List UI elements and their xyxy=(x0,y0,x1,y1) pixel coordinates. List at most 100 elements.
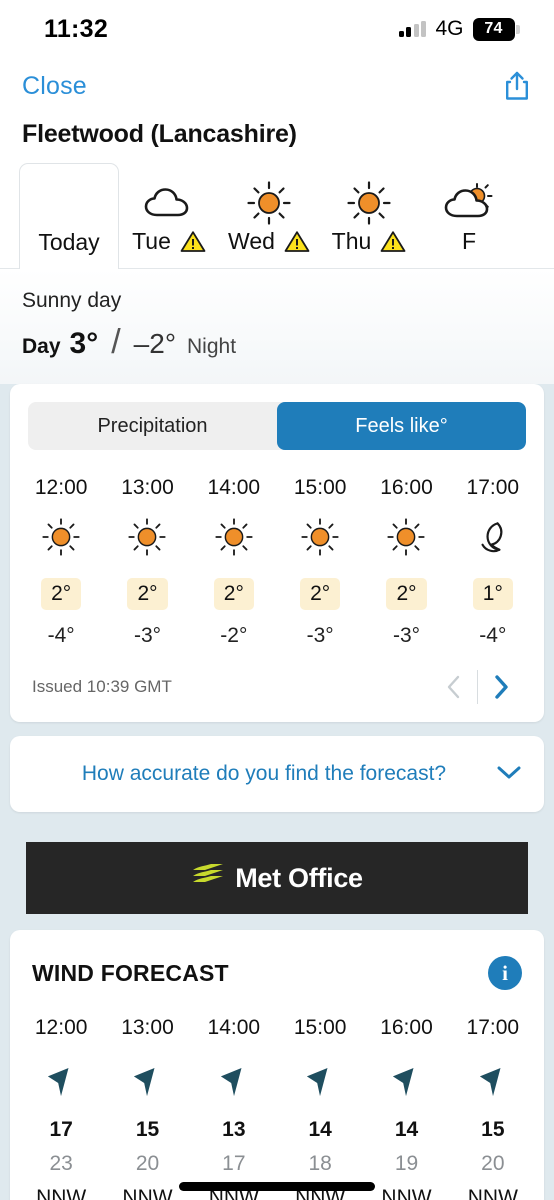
wind-direction-arrow-icon xyxy=(450,1062,536,1102)
wind-hour-labels-row: 12:00 13:00 14:00 15:00 16:00 17:00 xyxy=(10,990,544,1040)
temperature-chip: 2° xyxy=(300,578,341,610)
hourly-icons-row xyxy=(10,500,544,560)
wind-gust-value: 23 xyxy=(49,1152,73,1175)
sun-icon xyxy=(18,514,104,560)
hourly-pager xyxy=(431,670,524,704)
share-icon[interactable] xyxy=(504,71,530,101)
hour-label: 17:00 xyxy=(466,1016,520,1039)
forecast-toggle: Precipitation Feels like° xyxy=(10,384,544,450)
moon-icon xyxy=(450,514,536,560)
temperature-chip: 2° xyxy=(41,578,82,610)
chevron-down-icon[interactable] xyxy=(496,764,522,785)
status-indicators: 4G 74 xyxy=(398,17,520,41)
wind-gust-value: 20 xyxy=(135,1152,160,1175)
cloud-icon xyxy=(143,178,195,228)
temperature-chip: 2° xyxy=(213,578,254,610)
wind-speed-value: 14 xyxy=(308,1118,332,1141)
feels-like-value: -3° xyxy=(392,624,421,647)
day-tab-tue[interactable]: Tue xyxy=(119,163,219,268)
feels-like-value: -4° xyxy=(479,624,507,647)
hour-label: 12:00 xyxy=(34,1016,88,1039)
night-temp-value: –2° xyxy=(133,328,177,359)
wind-direction-row xyxy=(10,1040,544,1102)
feels-like-value: -3° xyxy=(133,624,162,647)
hour-label: 16:00 xyxy=(380,1016,433,1039)
wind-gust-value: 17 xyxy=(222,1152,246,1175)
wind-gust-value: 20 xyxy=(481,1152,505,1175)
battery-level-label: 74 xyxy=(484,20,503,37)
day-tab-thu[interactable]: Thu xyxy=(319,163,419,268)
hour-label: 13:00 xyxy=(121,1016,174,1039)
wind-speed-value: 15 xyxy=(135,1118,160,1141)
met-office-attribution[interactable]: Met Office xyxy=(10,826,544,930)
feels-like-value: -3° xyxy=(306,624,334,647)
feels-like-row: -4° -3° -2° -3° -3° -4° xyxy=(10,610,544,648)
wind-direction-arrow-icon xyxy=(191,1062,277,1102)
sun-icon xyxy=(104,514,190,560)
weather-warning-icon[interactable] xyxy=(284,230,310,253)
phone-screen: 11:32 4G 74 Close Fleetwood (Lancashire) xyxy=(0,0,554,1200)
sun-behind-cloud-icon xyxy=(443,178,495,228)
wind-direction-arrow-icon xyxy=(277,1062,363,1102)
hour-label: 16:00 xyxy=(380,476,433,499)
status-bar: 11:32 4G 74 xyxy=(0,0,554,58)
day-tabs: Today Tue Wed Thu F xyxy=(0,163,554,269)
wind-speed-value: 15 xyxy=(481,1118,505,1141)
temp-separator: / xyxy=(111,323,121,361)
page-title: Fleetwood (Lancashire) xyxy=(22,120,297,148)
tab-feels-like[interactable]: Feels like° xyxy=(277,402,526,450)
wind-direction-label: NNW xyxy=(36,1186,87,1200)
close-button[interactable]: Close xyxy=(22,72,87,101)
wind-direction-arrow-icon xyxy=(104,1062,190,1102)
nav-bar: Close xyxy=(0,58,554,114)
day-temp-value: 3° xyxy=(69,327,99,360)
weather-warning-icon[interactable] xyxy=(380,230,406,253)
wind-direction-label: NNW xyxy=(122,1186,173,1200)
wind-direction-arrow-icon xyxy=(18,1062,104,1102)
chevron-left-icon[interactable] xyxy=(431,670,477,704)
sun-icon xyxy=(346,178,392,228)
feels-like-value: -4° xyxy=(47,624,75,647)
battery-icon: 74 xyxy=(472,17,520,41)
met-office-label: Met Office xyxy=(235,862,363,893)
content-area: Precipitation Feels like° 12:00 13:00 14… xyxy=(0,384,554,1200)
day-tab-fri[interactable]: F xyxy=(419,163,519,268)
hour-label: 15:00 xyxy=(293,1016,347,1039)
wind-direction-label: NNW xyxy=(467,1186,518,1200)
day-tab-label: Tue xyxy=(132,228,171,254)
wind-forecast-title: WIND FORECAST xyxy=(32,959,229,986)
info-icon[interactable]: i xyxy=(488,956,522,990)
hour-label: 14:00 xyxy=(207,1016,261,1039)
hour-label: 15:00 xyxy=(293,476,347,499)
wind-direction-label: NNW xyxy=(381,1186,432,1200)
day-summary: Sunny day Day 3° / –2° Night xyxy=(0,269,554,384)
forecast-accuracy-accordion[interactable]: How accurate do you find the forecast? xyxy=(10,736,544,812)
day-tab-today[interactable]: Today xyxy=(19,163,119,269)
temperature-chip: 1° xyxy=(472,578,513,610)
hour-label: 14:00 xyxy=(207,476,261,499)
issued-row: Issued 10:39 GMT xyxy=(10,648,544,722)
wind-speed-value: 17 xyxy=(49,1118,73,1141)
hour-label: 17:00 xyxy=(466,476,520,499)
status-time: 11:32 xyxy=(44,14,109,43)
tab-precipitation[interactable]: Precipitation xyxy=(28,402,277,450)
home-indicator[interactable] xyxy=(179,1182,375,1191)
issued-time-label: Issued 10:39 GMT xyxy=(32,677,172,696)
wind-gust-value: 18 xyxy=(308,1152,332,1175)
met-office-waves-icon xyxy=(191,863,225,894)
hourly-temperature-row: 2° 2° 2° 2° 2° 1° xyxy=(10,560,544,610)
day-tab-wed[interactable]: Wed xyxy=(219,163,319,268)
day-tab-label: Wed xyxy=(228,228,275,254)
sun-icon xyxy=(363,514,449,560)
hour-label: 12:00 xyxy=(34,476,88,499)
weather-warning-icon[interactable] xyxy=(180,230,206,253)
wind-gust-value: 19 xyxy=(394,1152,419,1175)
day-tab-label: Thu xyxy=(331,228,372,254)
day-temp-label: Day xyxy=(22,335,61,358)
wind-direction-arrow-icon xyxy=(363,1062,449,1102)
sun-icon xyxy=(191,514,277,560)
wind-forecast-header: WIND FORECAST i xyxy=(10,930,544,990)
temperature-chip: 2° xyxy=(127,578,168,610)
chevron-right-icon[interactable] xyxy=(478,670,524,704)
hourly-forecast-card: Precipitation Feels like° 12:00 13:00 14… xyxy=(10,384,544,722)
